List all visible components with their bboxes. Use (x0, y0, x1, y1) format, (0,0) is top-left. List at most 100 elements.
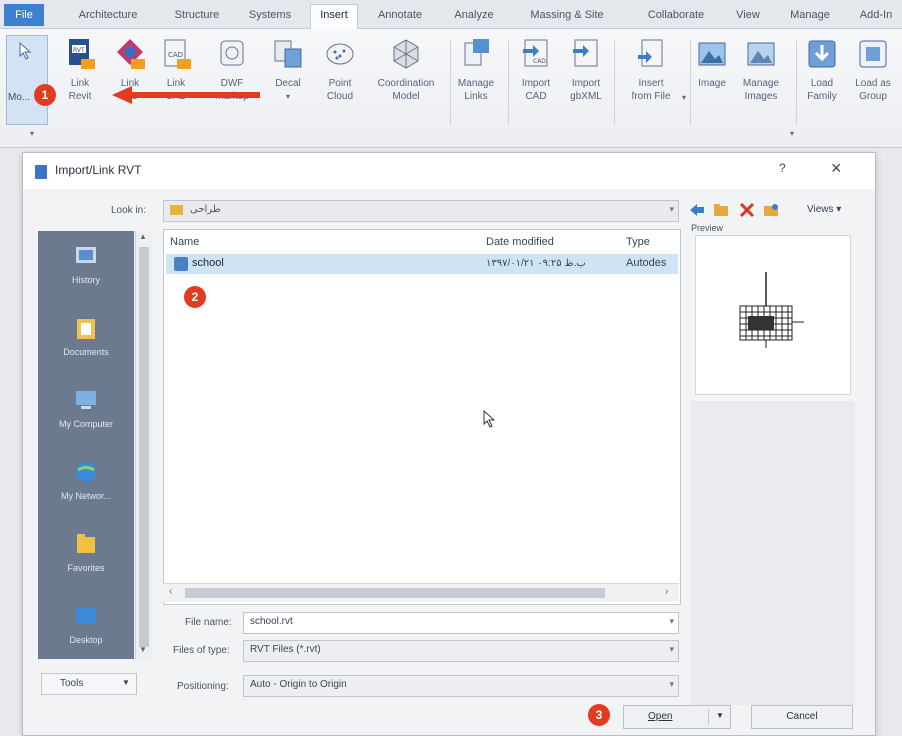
tab-analyze[interactable]: Analyze (446, 5, 502, 25)
new-folder-icon[interactable] (763, 203, 779, 217)
file-name-label: File name: (185, 617, 232, 628)
place-my-computer[interactable]: My Computer (38, 387, 134, 429)
load-as-group-button[interactable]: Load as Group (846, 37, 900, 103)
back-arrow-icon[interactable] (689, 203, 705, 217)
manage-images-button[interactable]: Manage Images (736, 37, 786, 103)
modify-dropdown-icon[interactable]: ▾ (30, 129, 34, 138)
mouse-cursor-icon (483, 410, 495, 428)
point-cloud-label: Point Cloud (326, 78, 354, 102)
file-row-selected[interactable] (166, 254, 678, 274)
tab-collaborate[interactable]: Collaborate (634, 5, 718, 25)
file-list-hscrollbar[interactable]: ‹ › (163, 583, 679, 602)
tab-architecture[interactable]: Architecture (64, 5, 152, 25)
look-in-value: طراحی (190, 204, 221, 215)
file-list[interactable]: Name Date modified Type school ۱۳۹۷/۰۱/۲… (163, 229, 681, 605)
annotation-arrow-icon (112, 86, 260, 104)
place-my-computer-label: My Computer (58, 419, 113, 429)
place-favorites[interactable]: Favorites (38, 531, 134, 573)
file-type-dropdown[interactable]: RVT Files (*.rvt) ▾ (243, 640, 679, 662)
insert-from-file-button[interactable]: Insert from File (620, 37, 682, 103)
link-revit-icon: RVT (63, 37, 97, 71)
manage-links-label: Manage Links (457, 78, 495, 102)
views-button[interactable]: Views ▾ (807, 204, 841, 215)
point-cloud-button[interactable]: Point Cloud (318, 37, 362, 103)
places-scroll-thumb[interactable] (139, 247, 149, 647)
tab-view[interactable]: View (728, 5, 768, 25)
chevron-down-icon: ▾ (669, 644, 674, 654)
ribbon-separator (690, 39, 691, 125)
up-folder-icon[interactable] (713, 203, 729, 217)
image-icon (695, 37, 729, 71)
scroll-right-icon[interactable]: › (665, 586, 668, 597)
decal-button[interactable]: Decal ▾ (268, 37, 308, 103)
ribbon-tab-bar: File Architecture Structure Systems Inse… (0, 0, 902, 29)
computer-icon (76, 391, 96, 409)
scroll-down-icon[interactable]: ▼ (139, 645, 147, 654)
images-dropdown-icon[interactable]: ▾ (790, 129, 794, 138)
file-name-input[interactable]: school.rvt ▾ (243, 612, 679, 634)
open-dropdown-icon[interactable]: ▼ (716, 711, 724, 720)
chevron-down-icon[interactable]: ▾ (669, 616, 674, 627)
insert-dropdown-icon[interactable]: ▾ (682, 93, 686, 102)
ribbon-separator (450, 39, 451, 125)
scroll-left-icon[interactable]: ‹ (169, 586, 172, 597)
scroll-up-icon[interactable]: ▲ (139, 232, 147, 241)
file-name-cell[interactable]: school (192, 257, 224, 269)
delete-icon[interactable] (739, 203, 755, 217)
place-desktop[interactable]: Desktop (38, 603, 134, 645)
tab-insert[interactable]: Insert (310, 4, 358, 29)
manage-links-button[interactable]: Manage Links (452, 37, 500, 103)
place-history[interactable]: History (38, 243, 134, 285)
views-label: Views (807, 204, 834, 215)
close-button[interactable]: × (831, 158, 842, 179)
folder-icon (170, 205, 183, 215)
tab-annotate[interactable]: Annotate (368, 5, 432, 25)
preview-thumbnail-icon (739, 272, 804, 348)
file-name-value: school.rvt (250, 616, 293, 627)
cursor-arrow-icon (19, 42, 32, 60)
column-header-date[interactable]: Date modified (486, 236, 554, 248)
history-icon (76, 247, 96, 263)
modify-button[interactable]: Mo... (6, 35, 48, 125)
decal-dropdown-icon[interactable]: ▾ (268, 90, 308, 103)
dialog-title: Import/Link RVT (55, 163, 142, 177)
column-header-name[interactable]: Name (170, 236, 199, 248)
place-my-network-label: My Networ... (60, 491, 111, 501)
chevron-down-icon: ▾ (669, 679, 674, 689)
manage-images-icon (744, 37, 778, 71)
column-header-type[interactable]: Type (626, 236, 650, 248)
link-cad-icon: CAD (159, 37, 193, 71)
insert-from-file-label: Insert from File (631, 78, 671, 102)
point-cloud-icon (323, 37, 357, 71)
step-3-badge: 3 (588, 704, 610, 726)
place-my-network[interactable]: My Networ... (38, 459, 134, 501)
import-gbxml-button[interactable]: Import gbXML (562, 37, 610, 103)
place-favorites-label: Favorites (67, 563, 105, 573)
file-type-value: RVT Files (*.rvt) (250, 644, 321, 655)
load-family-button[interactable]: Load Family (800, 37, 844, 103)
tools-label: Tools (60, 678, 84, 689)
tools-button[interactable]: Tools ▼ (41, 673, 137, 695)
open-split-divider (708, 709, 709, 725)
tab-manage[interactable]: Manage (780, 5, 840, 25)
help-button[interactable]: ? (779, 161, 786, 175)
file-type-cell: Autodes (626, 257, 667, 269)
open-button[interactable]: Open ▼ (623, 705, 731, 729)
import-cad-button[interactable]: CAD Import CAD (514, 37, 558, 103)
places-scrollbar[interactable]: ▲ ▼ (135, 231, 152, 659)
tab-file[interactable]: File (4, 4, 44, 26)
place-documents[interactable]: Documents (38, 315, 134, 357)
tab-structure[interactable]: Structure (162, 5, 232, 25)
coordination-model-button[interactable]: Coordination Model (364, 37, 448, 103)
link-revit-button[interactable]: RVT Link Revit (58, 37, 102, 103)
tab-systems[interactable]: Systems (240, 5, 300, 25)
hscroll-thumb[interactable] (185, 588, 605, 598)
load-as-group-icon (856, 37, 890, 71)
tab-massing-site[interactable]: Massing & Site (514, 5, 620, 25)
image-button[interactable]: Image (692, 37, 732, 90)
cancel-button[interactable]: Cancel (751, 705, 853, 729)
tab-add-ins[interactable]: Add-In (850, 5, 902, 25)
look-in-dropdown[interactable]: طراحی ▾ (163, 200, 679, 222)
revit-file-icon (174, 257, 188, 271)
positioning-dropdown[interactable]: Auto - Origin to Origin ▾ (243, 675, 679, 697)
